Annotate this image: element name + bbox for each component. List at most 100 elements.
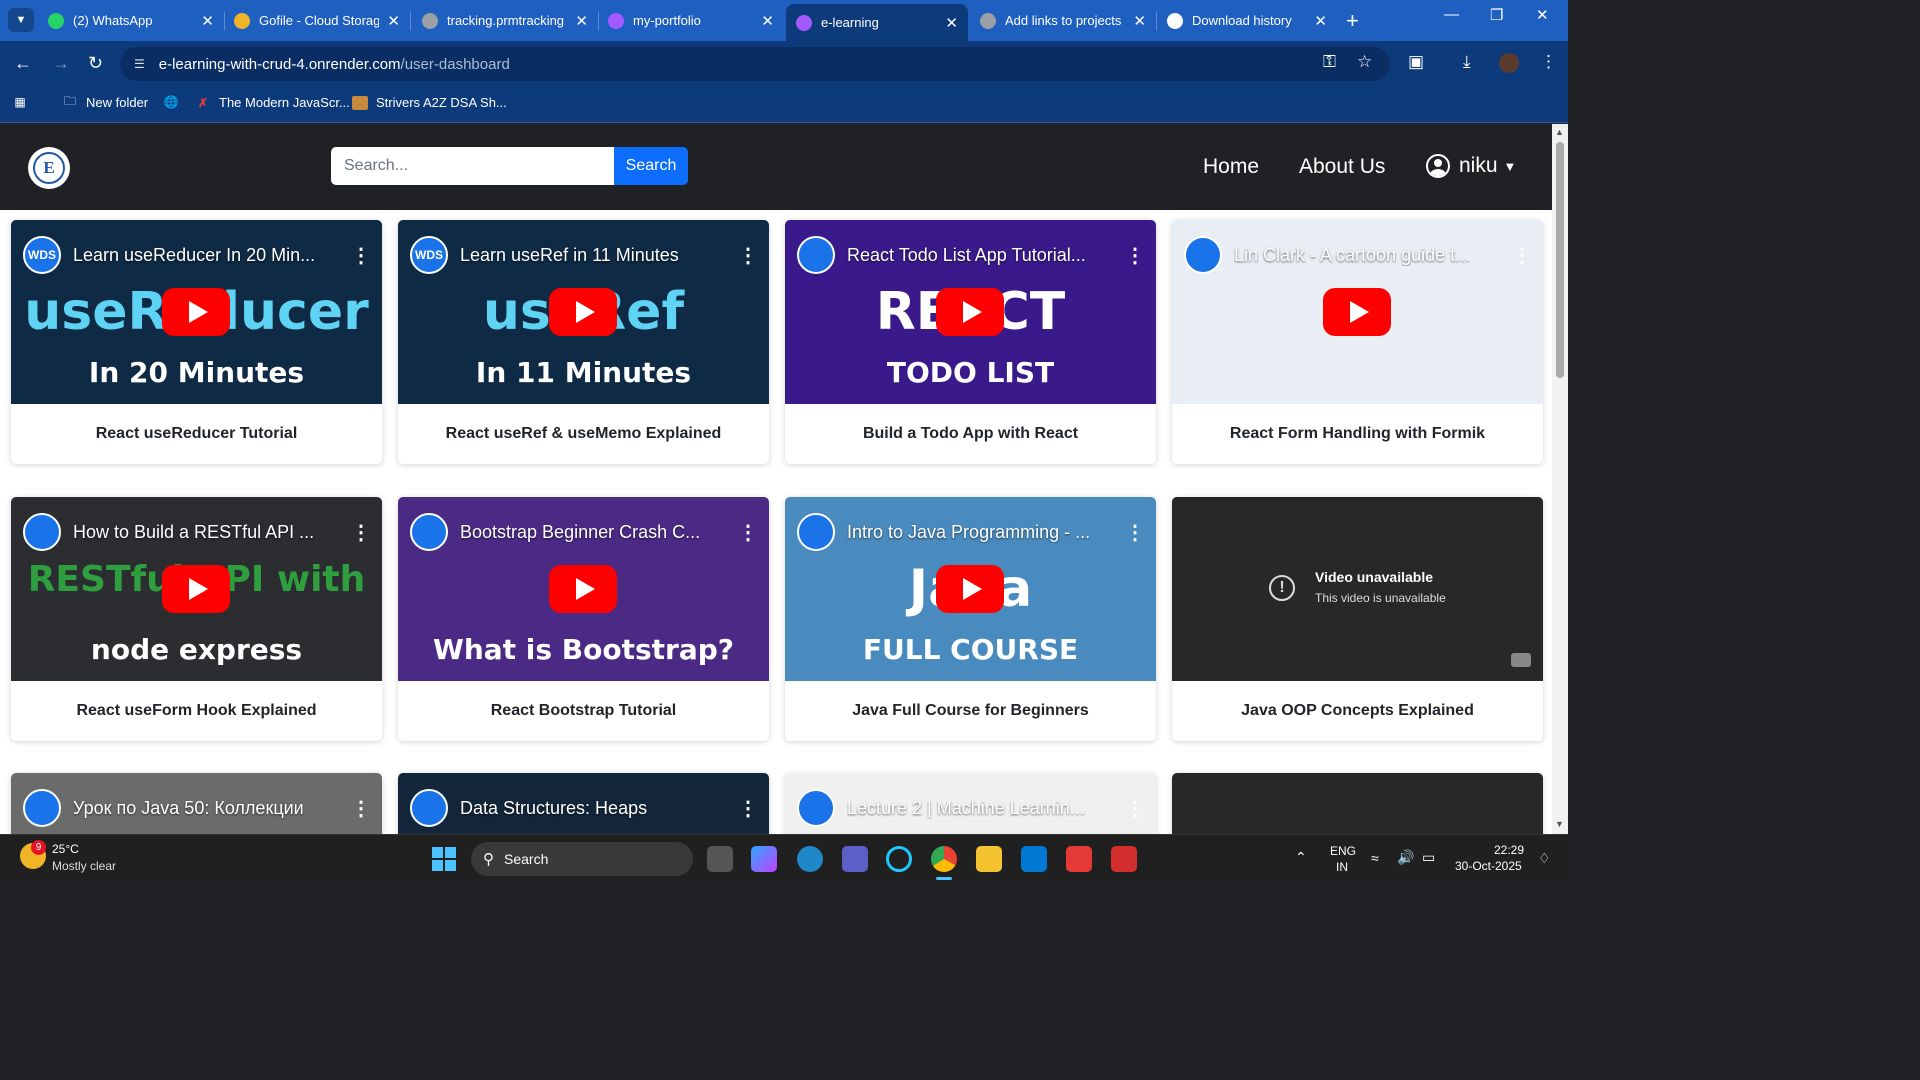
- channel-avatar[interactable]: [23, 789, 61, 827]
- video-menu-icon[interactable]: ⋮: [351, 796, 371, 821]
- address-bar[interactable]: ☰ e-learning-with-crud-4.onrender.com/us…: [120, 47, 1390, 81]
- play-button[interactable]: [162, 565, 230, 613]
- video-card[interactable]: Data Structures: Heaps ⋮: [398, 773, 769, 834]
- tab-close-icon[interactable]: ✕: [575, 12, 588, 30]
- video-title[interactable]: React Todo List App Tutorial...: [847, 245, 1115, 266]
- play-button[interactable]: [936, 288, 1004, 336]
- video-title[interactable]: Learn useReducer In 20 Min...: [73, 245, 341, 266]
- maximize-button[interactable]: ❐: [1490, 6, 1503, 24]
- start-button[interactable]: [432, 847, 456, 871]
- apps-grid-icon[interactable]: ▦: [12, 95, 36, 109]
- bookmark-modern-javascript[interactable]: ✗ The Modern JavaScr...: [195, 95, 350, 110]
- site-logo[interactable]: E: [28, 147, 70, 189]
- video-card[interactable]: RESTful API with node express How to Build…: [11, 497, 382, 741]
- video-title[interactable]: How to Build a RESTful API ...: [73, 522, 341, 543]
- close-window-button[interactable]: ✕: [1536, 6, 1549, 24]
- downloads-icon[interactable]: ⤓: [1463, 52, 1471, 72]
- browser-tab[interactable]: Download history ✕: [1157, 4, 1337, 37]
- video-embed[interactable]: Lin Clark - A cartoon guide t... ⋮: [1172, 220, 1543, 404]
- video-menu-icon[interactable]: ⋮: [1512, 243, 1532, 268]
- video-title[interactable]: Bootstrap Beginner Crash C...: [460, 522, 728, 543]
- nav-about-us[interactable]: About Us: [1299, 155, 1385, 179]
- lang-indicator[interactable]: ENG: [1330, 844, 1356, 858]
- tab-close-icon[interactable]: ✕: [761, 12, 774, 30]
- video-card[interactable]: JavaFULL COURSEIntro to Java Programming…: [785, 497, 1156, 741]
- scroll-thumb[interactable]: [1556, 142, 1564, 378]
- channel-avatar[interactable]: WDS: [410, 236, 448, 274]
- tab-close-icon[interactable]: ✕: [201, 12, 214, 30]
- tab-close-icon[interactable]: ✕: [387, 12, 400, 30]
- video-embed[interactable]: REACTTODO LISTReact Todo List App Tutori…: [785, 220, 1156, 404]
- search-input[interactable]: [331, 147, 614, 185]
- vscode-icon[interactable]: [1021, 846, 1047, 872]
- browser-tab[interactable]: (2) WhatsApp ✕: [38, 4, 224, 37]
- nav-home[interactable]: Home: [1203, 155, 1259, 179]
- play-button[interactable]: [162, 288, 230, 336]
- user-dropdown[interactable]: niku ▼: [1426, 154, 1516, 178]
- password-key-icon[interactable]: ⚿: [1323, 52, 1336, 72]
- video-menu-icon[interactable]: ⋮: [1125, 243, 1145, 268]
- video-embed[interactable]: JavaFULL COURSEIntro to Java Programming…: [785, 497, 1156, 681]
- chrome-icon[interactable]: [931, 846, 957, 872]
- file-explorer-icon[interactable]: [976, 846, 1002, 872]
- channel-avatar[interactable]: [410, 513, 448, 551]
- taskbar-search[interactable]: ⚲ Search: [471, 842, 693, 876]
- forward-icon[interactable]: →: [52, 53, 70, 74]
- notification-bell-icon[interactable]: ♢: [1538, 850, 1551, 867]
- video-title[interactable]: Lin Clark - A cartoon guide t...: [1234, 245, 1502, 266]
- video-title[interactable]: Intro to Java Programming - ...: [847, 522, 1115, 543]
- video-card[interactable]: [1172, 773, 1543, 834]
- page-scrollbar[interactable]: ▲ ▼: [1552, 124, 1568, 834]
- tab-close-icon[interactable]: ✕: [1133, 12, 1146, 30]
- video-title[interactable]: Урок по Java 50: Коллекции: [73, 798, 341, 819]
- video-card[interactable]: ! Video unavailable This video is unavaila…: [1172, 497, 1543, 741]
- browser-tab[interactable]: my-portfolio ✕: [598, 4, 784, 37]
- video-card[interactable]: REACTTODO LISTReact Todo List App Tutori…: [785, 220, 1156, 464]
- channel-avatar[interactable]: [797, 513, 835, 551]
- tray-overflow-icon[interactable]: ⌃: [1295, 849, 1307, 866]
- video-card[interactable]: useRefIn 11 MinutesWDSLearn useRef in 11…: [398, 220, 769, 464]
- channel-avatar[interactable]: [410, 789, 448, 827]
- youtube-logo-icon[interactable]: [1511, 653, 1531, 667]
- volume-icon[interactable]: 🔊: [1397, 849, 1414, 866]
- video-card[interactable]: Lin Clark - A cartoon guide t... ⋮ React F…: [1172, 220, 1543, 464]
- video-embed[interactable]: Lecture 2 | Machine Learnin... ⋮: [785, 773, 1156, 834]
- scroll-up-icon[interactable]: ▲: [1555, 127, 1564, 137]
- bookmark-globe[interactable]: 🌐: [163, 95, 187, 109]
- channel-avatar[interactable]: [797, 236, 835, 274]
- reload-icon[interactable]: ↻: [88, 53, 103, 74]
- channel-avatar[interactable]: WDS: [23, 236, 61, 274]
- channel-avatar[interactable]: [797, 789, 835, 827]
- video-card[interactable]: Урок по Java 50: Коллекции ⋮: [11, 773, 382, 834]
- browser-tab[interactable]: Gofile - Cloud Storag ✕: [224, 4, 410, 37]
- video-embed[interactable]: ! Video unavailable This video is unavaila…: [1172, 497, 1543, 681]
- play-button[interactable]: [549, 565, 617, 613]
- video-card[interactable]: useReducerIn 20 MinutesWDSLearn useReduc…: [11, 220, 382, 464]
- cortana-icon[interactable]: [886, 846, 912, 872]
- back-icon[interactable]: ←: [14, 53, 32, 74]
- browser-tab[interactable]: tracking.prmtracking ✕: [412, 4, 598, 37]
- video-embed[interactable]: useReducerIn 20 MinutesWDSLearn useReduc…: [11, 220, 382, 404]
- teams-icon[interactable]: [842, 846, 868, 872]
- video-menu-icon[interactable]: ⋮: [351, 520, 371, 545]
- video-embed[interactable]: useRefIn 11 MinutesWDSLearn useRef in 11…: [398, 220, 769, 404]
- search-button[interactable]: Search: [614, 147, 688, 185]
- video-title[interactable]: Lecture 2 | Machine Learnin...: [847, 798, 1115, 819]
- scroll-down-icon[interactable]: ▼: [1555, 819, 1564, 829]
- copilot-icon[interactable]: [751, 846, 777, 872]
- video-menu-icon[interactable]: ⋮: [738, 243, 758, 268]
- task-view-icon[interactable]: [707, 846, 733, 872]
- wifi-icon[interactable]: ≈: [1371, 850, 1379, 866]
- anydesk-icon[interactable]: [1066, 846, 1092, 872]
- video-menu-icon[interactable]: ⋮: [1125, 520, 1145, 545]
- menu-kebab-icon[interactable]: ⋮: [1540, 52, 1557, 72]
- bookmark-star-icon[interactable]: ☆: [1357, 52, 1372, 72]
- video-menu-icon[interactable]: ⋮: [738, 520, 758, 545]
- video-embed[interactable]: Урок по Java 50: Коллекции ⋮: [11, 773, 382, 834]
- bookmark-striver[interactable]: Strivers A2Z DSA Sh...: [352, 95, 507, 110]
- play-button[interactable]: [549, 288, 617, 336]
- video-title[interactable]: Learn useRef in 11 Minutes: [460, 245, 728, 266]
- tab-close-icon[interactable]: ✕: [945, 14, 958, 32]
- battery-icon[interactable]: ▭: [1422, 849, 1435, 866]
- play-button[interactable]: [936, 565, 1004, 613]
